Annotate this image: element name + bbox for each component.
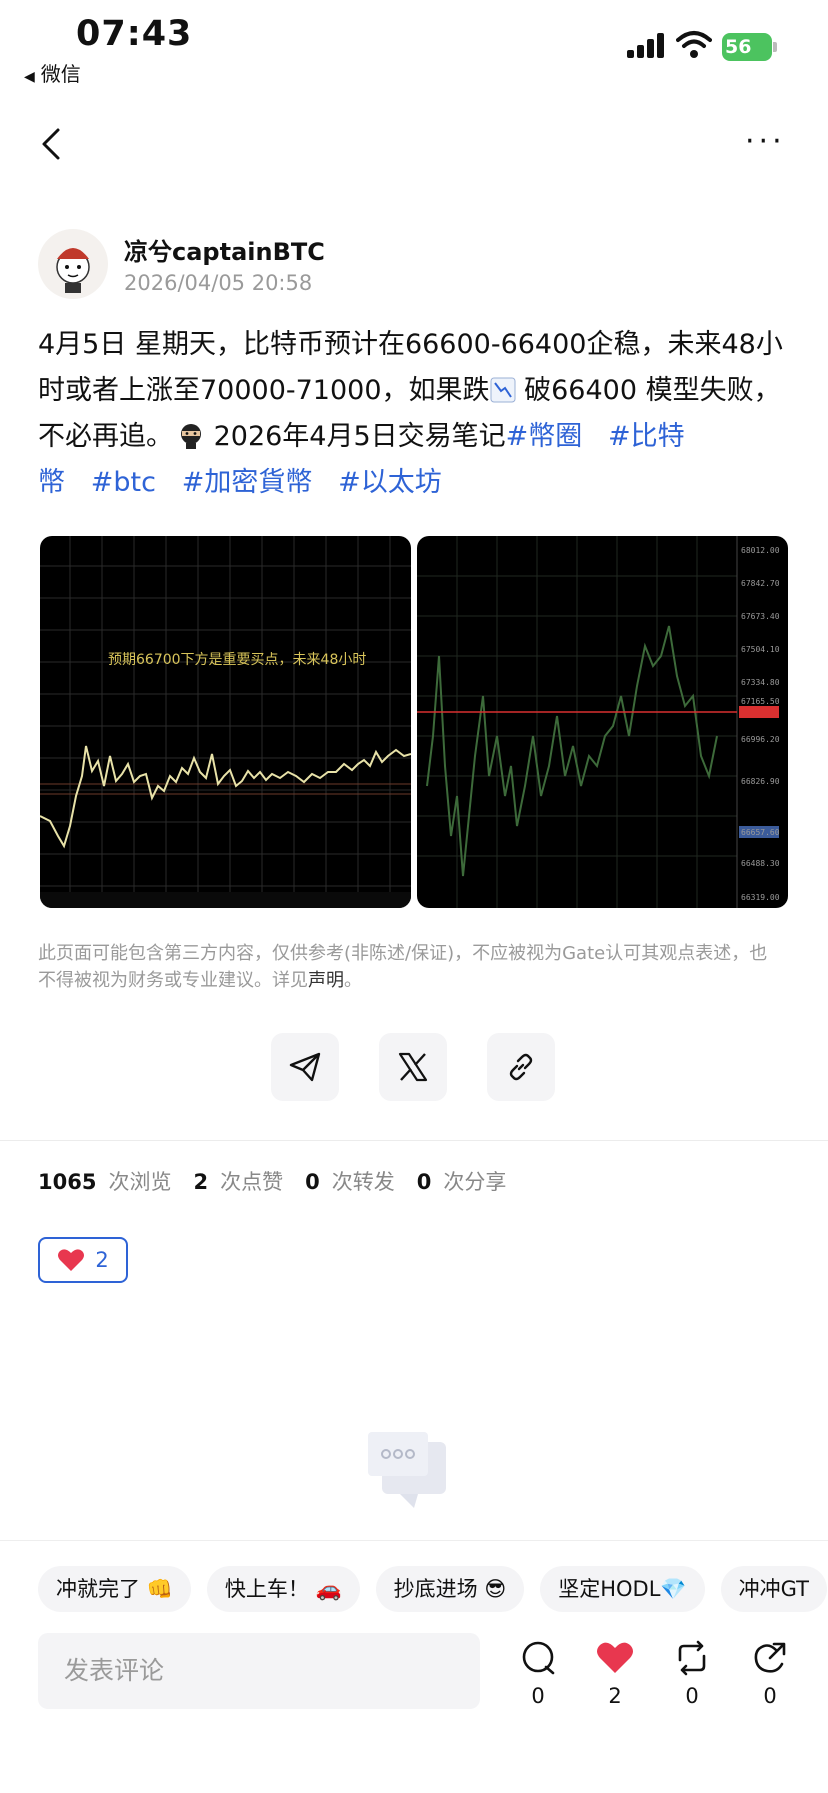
repost-count: 0 [685, 1684, 699, 1708]
signal-icon [627, 32, 665, 58]
comment-action[interactable]: 0 [508, 1640, 568, 1708]
repost-icon [678, 1640, 706, 1676]
shares-label: 次分享 [443, 1170, 507, 1194]
link-icon [509, 1053, 533, 1081]
disclaimer-text: 此页面可能包含第三方内容，仅供参考(非陈述/保证)，不应被视为Gate认可其观点… [38, 943, 768, 991]
price-tick: 67673.40 [741, 612, 780, 621]
no-comments-illustration [368, 1432, 446, 1508]
price-tick: 66657.60 [741, 828, 780, 837]
heart-filled-icon [597, 1642, 633, 1673]
likes-count: 2 [193, 1170, 209, 1194]
disclaimer-tail: 。 [344, 970, 362, 991]
post-stats: 1065 次浏览 2 次点赞 0 次转发 0 次分享 [38, 1166, 528, 1196]
wifi-icon [676, 31, 712, 58]
post-image-chart-2[interactable]: 68012.00 67842.70 67673.40 67504.10 6733… [417, 536, 788, 908]
hashtag[interactable]: #加密貨幣 [182, 467, 313, 498]
quick-reply-chips: 冲就完了 👊 快上车！ 🚗 抄底进场 😎 坚定HODL💎 冲冲GT [38, 1566, 827, 1614]
chart-1-graphic: 预期66700下方是重要买点，未来48小时 [40, 536, 411, 908]
heart-icon [58, 1249, 85, 1271]
disclaimer-link[interactable]: 声明 [308, 970, 344, 991]
likes-label: 次点赞 [220, 1170, 284, 1194]
comment-count: 0 [531, 1684, 545, 1708]
views-label: 次浏览 [108, 1170, 172, 1194]
author-name[interactable]: 凉兮captainBTC [124, 232, 325, 267]
quick-reply-chip[interactable]: 冲就完了 👊 [38, 1566, 191, 1612]
reposts-count: 0 [305, 1170, 320, 1194]
reaction-count: 2 [95, 1248, 109, 1272]
x-logo-icon [398, 1052, 428, 1082]
shares-count: 0 [416, 1170, 432, 1194]
hashtag[interactable]: #btc [91, 467, 156, 498]
price-tick: 68012.00 [741, 546, 780, 555]
chart-1-caption: 预期66700下方是重要买点，未来48小时 [108, 652, 366, 668]
divider [0, 1140, 828, 1141]
avatar[interactable] [38, 229, 108, 299]
back-triangle-icon: ◀ [24, 69, 35, 85]
price-tick: 66488.30 [741, 859, 780, 868]
share-count: 0 [763, 1684, 777, 1708]
back-app-label: 微信 [40, 62, 81, 86]
heart-reaction-badge[interactable]: 2 [38, 1237, 128, 1283]
like-action[interactable]: 2 [585, 1640, 645, 1708]
share-x-button[interactable] [379, 1033, 447, 1101]
share-telegram-button[interactable] [271, 1033, 339, 1101]
comment-input[interactable]: 发表评论 [38, 1633, 480, 1709]
avatar-illustration [56, 248, 90, 293]
more-options-icon[interactable]: ··· [745, 127, 786, 157]
post-image-chart-1[interactable]: 预期66700下方是重要买点，未来48小时 [40, 536, 411, 908]
battery-icon: 56 [722, 33, 772, 61]
price-tick: 66319.00 [741, 893, 780, 902]
repost-action[interactable]: 0 [662, 1640, 722, 1708]
price-tick: 67334.80 [741, 678, 780, 687]
chart-decreasing-icon [490, 377, 516, 403]
quick-reply-chip[interactable]: 坚定HODL💎 [540, 1566, 705, 1612]
hashtag[interactable]: #以太坊 [338, 467, 442, 498]
quick-reply-chip[interactable]: 抄底进场 😎 [375, 1566, 525, 1612]
comment-icon [522, 1641, 555, 1675]
post-date: 2026/04/05 20:58 [124, 271, 313, 295]
back-to-wechat[interactable]: ◀ 微信 [24, 58, 81, 87]
disclaimer: 此页面可能包含第三方内容，仅供参考(非陈述/保证)，不应被视为Gate认可其观点… [38, 940, 778, 994]
send-icon [289, 1052, 321, 1082]
price-tick: 67842.70 [741, 579, 780, 588]
battery-level: 56 [725, 36, 752, 58]
like-count: 2 [608, 1684, 622, 1708]
views-count: 1065 [38, 1170, 97, 1194]
quick-reply-chip[interactable]: 冲冲GT [720, 1566, 827, 1612]
reposts-label: 次转发 [331, 1170, 395, 1194]
price-tick: 66826.90 [741, 777, 780, 786]
back-arrow-icon[interactable] [38, 126, 64, 162]
chart-2-graphic: 68012.00 67842.70 67673.40 67504.10 6733… [417, 536, 780, 908]
ninja-emoji-icon [177, 418, 205, 449]
status-time: 07:43 [76, 14, 193, 54]
copy-link-button[interactable] [487, 1033, 555, 1101]
post-text-part-3: 2026年4月5日交易笔记 [205, 421, 506, 452]
post-body: 4月5日 星期天，比特币预计在66600-66400企稳，未来48小时或者上涨至… [38, 322, 790, 506]
price-tick: 67165.50 [741, 697, 780, 706]
share-icon [754, 1642, 786, 1673]
price-tick: 66996.20 [741, 735, 780, 744]
price-tick: 67504.10 [741, 645, 780, 654]
quick-reply-chip[interactable]: 快上车！ 🚗 [206, 1566, 360, 1612]
share-action[interactable]: 0 [740, 1640, 800, 1708]
battery-cap [773, 42, 777, 52]
hashtag[interactable]: #幣圈 [506, 421, 583, 452]
